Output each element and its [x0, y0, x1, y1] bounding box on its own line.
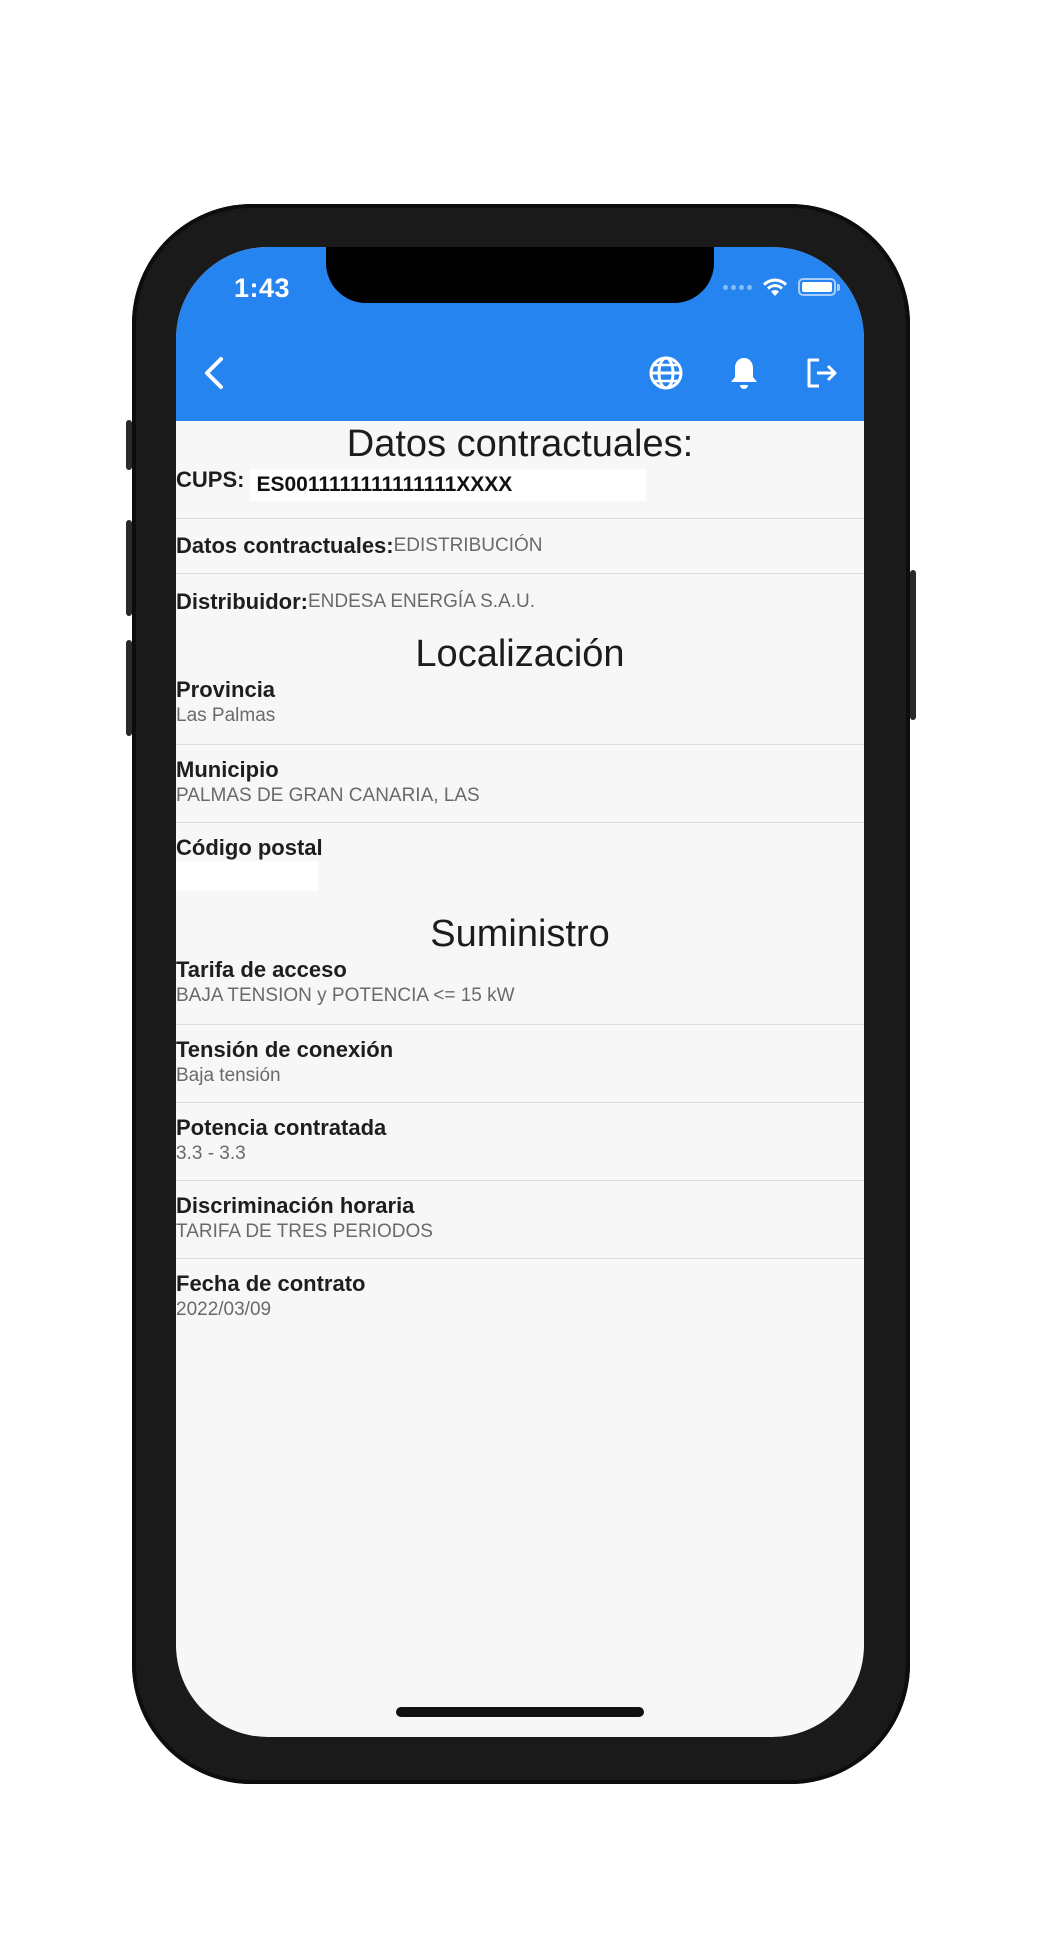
tension-conexion-value: Baja tensión: [176, 1065, 281, 1086]
potencia-contratada-row: Potencia contratada 3.3 - 3.3: [176, 1103, 864, 1181]
tarifa-acceso-label: Tarifa de acceso: [176, 957, 347, 982]
location-section-title: Localización: [415, 633, 625, 675]
discriminacion-horaria-label: Discriminación horaria: [176, 1193, 415, 1218]
volume-down-button: [126, 640, 132, 736]
back-button[interactable]: [190, 349, 238, 397]
cellular-signal-icon: [723, 284, 752, 290]
main-content: Datos contractuales: CUPS: ES00111111111…: [176, 421, 864, 1349]
app-header: 1:43: [176, 247, 864, 421]
language-button[interactable]: [642, 349, 690, 397]
municipio-row: Municipio PALMAS DE GRAN CANARIA, LAS: [176, 745, 864, 823]
phone-screen: 1:43 Datos contractuales: CUPS: ES001111…: [176, 247, 864, 1737]
notifications-button[interactable]: [720, 349, 768, 397]
codigo-postal-label: Código postal: [176, 835, 323, 860]
status-time: 1:43: [234, 273, 291, 303]
home-indicator[interactable]: [396, 1707, 644, 1717]
battery-icon: [798, 278, 840, 296]
codigo-postal-row: Código postal: [176, 823, 864, 911]
cups-value: ES0011111111111111XXXX: [250, 469, 647, 501]
fecha-contrato-row: Fecha de contrato 2022/03/09: [176, 1259, 864, 1349]
volume-up-button: [126, 520, 132, 616]
potencia-contratada-value: 3.3 - 3.3: [176, 1143, 246, 1164]
cups-label: CUPS:: [176, 467, 245, 492]
mute-switch: [126, 420, 132, 470]
status-icons: [723, 277, 840, 297]
municipio-value: PALMAS DE GRAN CANARIA, LAS: [176, 785, 480, 806]
logout-button[interactable]: [798, 349, 846, 397]
tension-conexion-row: Tensión de conexión Baja tensión: [176, 1025, 864, 1103]
provincia-row: Provincia Las Palmas: [176, 677, 864, 745]
provincia-label: Provincia: [176, 677, 276, 702]
distribuidor-label: Distribuidor:: [176, 588, 308, 614]
tarifa-acceso-value: BAJA TENSION y POTENCIA <= 15 kW: [176, 985, 515, 1006]
provincia-value: Las Palmas: [176, 705, 276, 726]
power-button: [910, 570, 916, 720]
datos-contractuales-row: Datos contractuales: EDISTRIBUCIÓN: [176, 519, 864, 574]
distribuidor-value: ENDESA ENERGÍA S.A.U.: [308, 590, 536, 612]
discriminacion-horaria-value: TARIFA DE TRES PERIODOS: [176, 1221, 433, 1242]
datos-contractuales-value: EDISTRIBUCIÓN: [393, 535, 543, 556]
tarifa-acceso-row: Tarifa de acceso BAJA TENSION y POTENCIA…: [176, 957, 864, 1025]
wifi-icon: [763, 278, 787, 296]
municipio-label: Municipio: [176, 757, 279, 782]
cups-row: CUPS: ES0011111111111111XXXX: [176, 467, 864, 519]
bell-icon: [731, 358, 757, 389]
datos-contractuales-label: Datos contractuales:: [176, 533, 394, 558]
codigo-postal-redacted-value: [176, 861, 318, 891]
fecha-contrato-label: Fecha de contrato: [176, 1271, 366, 1296]
globe-icon: [649, 356, 683, 390]
distribuidor-row: Distribuidor: ENDESA ENERGÍA S.A.U.: [176, 574, 864, 629]
potencia-contratada-label: Potencia contratada: [176, 1115, 387, 1140]
supply-section-title: Suministro: [430, 913, 610, 955]
discriminacion-horaria-row: Discriminación horaria TARIFA DE TRES PE…: [176, 1181, 864, 1259]
fecha-contrato-value: 2022/03/09: [176, 1299, 272, 1320]
chevron-left-icon: [205, 357, 223, 389]
contract-section-title: Datos contractuales:: [346, 423, 694, 465]
notch: [326, 247, 714, 303]
logout-icon: [807, 358, 837, 388]
tension-conexion-label: Tensión de conexión: [176, 1037, 394, 1062]
